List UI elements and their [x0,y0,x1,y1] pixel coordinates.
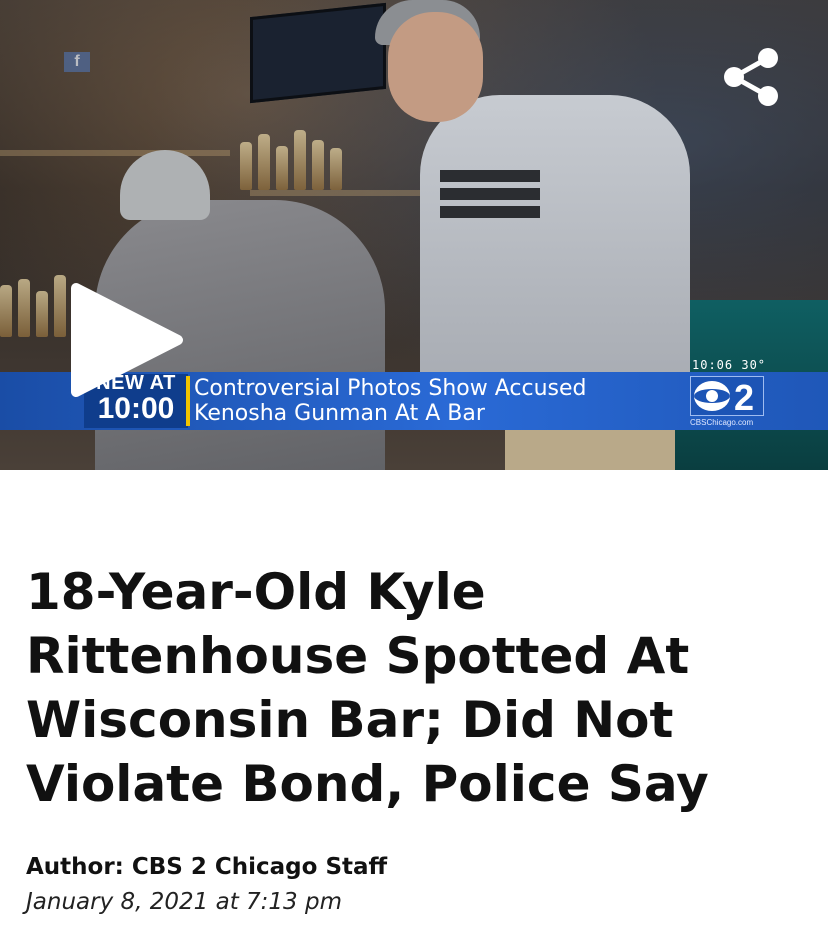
bar-tv [250,2,386,104]
bottles [240,130,342,190]
facebook-icon: f [64,52,90,72]
article-date: January 8, 2021 at 7:13 pm [26,889,342,915]
cbs-channel-logo: 2 [690,376,764,416]
video-headline-line1: Controversial Photos Show Accused [194,376,587,401]
article-title: 18-Year-Old Kyle Rittenhouse Spotted At … [26,563,709,813]
broadcast-clock: 10:06 30° [692,358,767,372]
channel-url: CBSChicago.com [690,418,754,427]
video-headline-line2: Kenosha Gunman At A Bar [194,401,485,426]
svg-text:2: 2 [734,377,754,416]
lower-third-divider [186,376,190,426]
article-author: Author: CBS 2 Chicago Staff [26,854,388,880]
bar-shelf [0,150,230,156]
share-icon[interactable] [718,44,784,110]
video-player[interactable]: f NEW AT 10:00 Controversial Photos Show… [0,0,828,470]
shirt-print [440,170,540,230]
person-head [388,12,483,122]
bar-shelf [250,190,420,196]
person-cap [120,150,210,220]
play-icon[interactable] [66,280,186,400]
person-in-tshirt [420,95,690,395]
bottles [0,275,66,337]
